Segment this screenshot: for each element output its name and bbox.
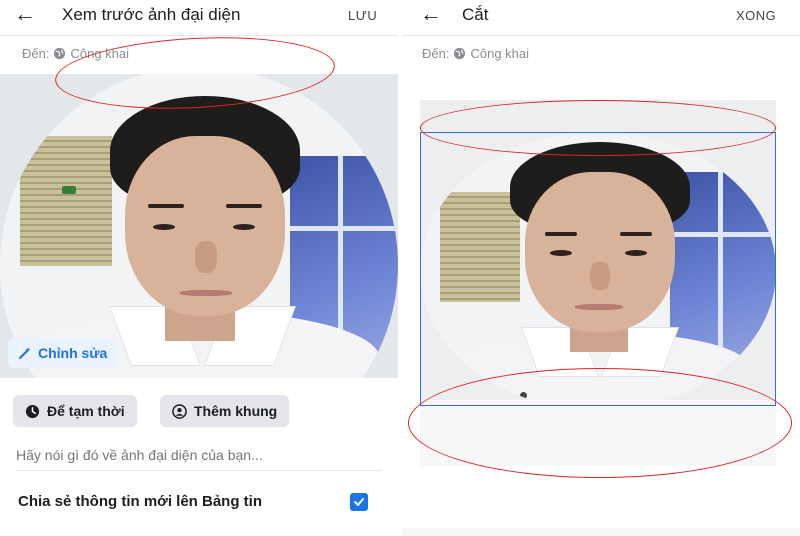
user-circle-icon (172, 403, 187, 419)
page-title: Xem trước ảnh đại diện (62, 5, 241, 24)
globe-icon (54, 47, 66, 60)
bottom-strip (402, 528, 800, 536)
magic-wand-icon (19, 347, 31, 359)
temporary-button[interactable]: Để tạm thời (13, 395, 137, 427)
audience-selector[interactable]: Đến: Công khai (22, 46, 129, 61)
audience-prefix: Đến: (422, 46, 450, 61)
share-to-feed-row[interactable]: Chia sẻ thông tin mới lên Bảng tin (0, 485, 398, 519)
face (125, 136, 285, 316)
arrow-left-icon[interactable]: ← (14, 3, 36, 25)
profile-photo-preview (0, 74, 398, 378)
audience-value: Công khai (70, 46, 130, 61)
share-to-feed-label: Chia sẻ thông tin mới lên Bảng tin (18, 493, 262, 510)
save-button[interactable]: LƯU (348, 8, 377, 23)
header-divider (0, 35, 398, 36)
audience-prefix: Đến: (22, 46, 50, 61)
audience-selector[interactable]: Đến: Công khai (422, 46, 529, 61)
share-to-feed-checkbox[interactable] (350, 493, 368, 511)
done-button[interactable]: XONG (736, 8, 776, 23)
caption-input[interactable] (16, 447, 382, 463)
edit-photo-label: Chỉnh sửa (38, 345, 108, 361)
crop-screen: ← Cắt XONG Đến: Công khai (402, 0, 800, 536)
profile-preview-screen: ← Xem trước ảnh đại diện LƯU Đến: Công k… (0, 0, 398, 536)
add-frame-button[interactable]: Thêm khung (160, 395, 290, 427)
edit-photo-button[interactable]: Chỉnh sửa (8, 338, 118, 368)
checkmark-icon (354, 498, 364, 506)
add-frame-label: Thêm khung (194, 403, 278, 419)
crop-frame[interactable] (420, 132, 776, 406)
caption-underline (16, 470, 382, 471)
clock-icon (25, 404, 40, 418)
temporary-label: Để tạm thời (47, 403, 125, 419)
top-bar: ← Cắt XONG (402, 0, 800, 32)
arrow-left-icon[interactable]: ← (420, 3, 442, 25)
page-title: Cắt (462, 5, 489, 24)
audience-value: Công khai (470, 46, 530, 61)
header-divider (402, 35, 800, 36)
top-bar: ← Xem trước ảnh đại diện LƯU (0, 0, 398, 32)
globe-icon (454, 47, 466, 60)
